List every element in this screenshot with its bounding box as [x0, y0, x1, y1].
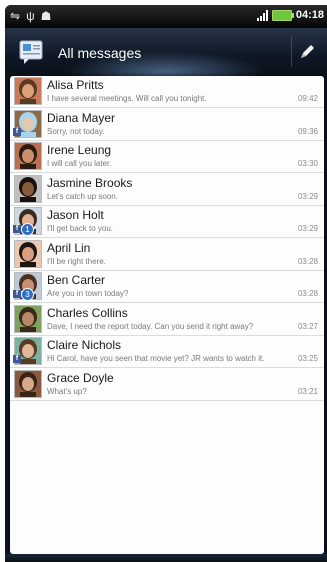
bottom-bar	[5, 554, 327, 562]
message-preview: I have several meetings. Will call you t…	[47, 94, 207, 103]
message-time: 03:27	[297, 321, 318, 331]
facebook-icon: f	[13, 290, 21, 298]
message-row[interactable]: Diana Mayer Sorry, not today. 09:36 f	[10, 109, 324, 141]
message-list[interactable]: Alisa Pritts I have several meetings. Wil…	[10, 76, 324, 554]
message-preview: I'll be right there.	[47, 256, 106, 266]
unread-count-badge: 3	[21, 288, 34, 301]
contact-avatar	[14, 369, 42, 398]
message-row[interactable]: Jasmine Brooks Let's catch up soon. 03:29	[10, 174, 324, 206]
message-name: Jason Holt	[47, 208, 104, 222]
status-bar: ⇋ ψ ☗ 04:18	[5, 5, 327, 28]
messages-app-icon[interactable]	[19, 40, 49, 66]
message-row[interactable]: Charles Collins Dave, I need the report t…	[10, 304, 324, 336]
message-row[interactable]: Irene Leung I will call you later. 03:30	[10, 141, 324, 173]
phone-screen: ⇋ ψ ☗ 04:18 All messages Alisa Pritts I …	[5, 5, 327, 562]
message-row[interactable]: Jason Holt I'll get back to you. 03:29 f 1	[10, 206, 324, 238]
message-name: April Lin	[47, 240, 91, 255]
signal-strength-icon	[256, 9, 268, 21]
message-name: Claire Nichols	[47, 338, 122, 352]
message-name: Alisa Pritts	[47, 78, 104, 92]
status-clock: 04:18	[295, 9, 324, 21]
message-preview: What's up?	[47, 386, 87, 396]
message-name: Charles Collins	[47, 305, 128, 320]
contact-avatar	[14, 142, 42, 170]
message-name: Grace Doyle	[47, 370, 114, 385]
message-preview: Sorry, not today.	[47, 126, 105, 136]
message-name: Jasmine Brooks	[47, 175, 133, 190]
message-preview: I will call you later.	[47, 159, 112, 168]
facebook-icon: f	[13, 225, 21, 233]
contact-avatar	[14, 77, 42, 105]
message-preview: Let's catch up soon.	[47, 191, 118, 201]
battery-icon	[271, 9, 294, 21]
message-time: 03:28	[297, 256, 318, 266]
usb-icon: ψ	[26, 9, 35, 23]
message-row[interactable]: Alisa Pritts I have several meetings. Wil…	[10, 76, 324, 108]
message-preview: Hi Carol, have you seen that movie yet? …	[47, 354, 265, 363]
status-icons-left: ⇋ ψ ☗	[10, 9, 51, 23]
usb-connection-icon: ⇋	[10, 9, 21, 23]
unread-count-badge: 1	[21, 223, 34, 236]
message-time: 03:29	[297, 191, 318, 201]
message-preview: Are you in town today?	[47, 289, 129, 298]
message-name: Ben Carter	[47, 273, 106, 287]
message-name: Irene Leung	[47, 143, 112, 157]
message-row[interactable]: Ben Carter Are you in town today? 03:28 f 3	[10, 271, 324, 303]
message-time: 09:36	[297, 126, 318, 136]
message-time: 03:28	[297, 289, 318, 298]
message-time: 03:30	[297, 159, 318, 168]
contact-avatar	[14, 304, 42, 333]
message-time: 03:25	[297, 354, 318, 363]
android-debug-icon: ☗	[40, 9, 52, 23]
page-title: All messages	[58, 45, 142, 61]
message-name: Diana Mayer	[47, 110, 116, 125]
message-preview: I'll get back to you.	[47, 224, 114, 233]
message-time: 03:29	[297, 224, 318, 233]
compose-button[interactable]	[291, 37, 322, 67]
pencil-icon	[301, 45, 314, 58]
app-header: All messages	[5, 28, 327, 76]
contact-avatar	[14, 174, 42, 203]
facebook-icon: f	[13, 127, 21, 136]
message-time: 03:21	[297, 386, 318, 396]
status-icons-right: 04:18	[256, 9, 324, 21]
message-row[interactable]: April Lin I'll be right there. 03:28	[10, 239, 324, 271]
message-row[interactable]: Grace Doyle What's up? 03:21	[10, 369, 324, 401]
message-preview: Dave, I need the report today. Can you s…	[47, 321, 254, 331]
facebook-icon: f	[13, 355, 21, 363]
contact-avatar	[14, 239, 42, 268]
message-row[interactable]: Claire Nichols Hi Carol, have you seen th…	[10, 336, 324, 368]
message-time: 09:42	[297, 94, 318, 103]
